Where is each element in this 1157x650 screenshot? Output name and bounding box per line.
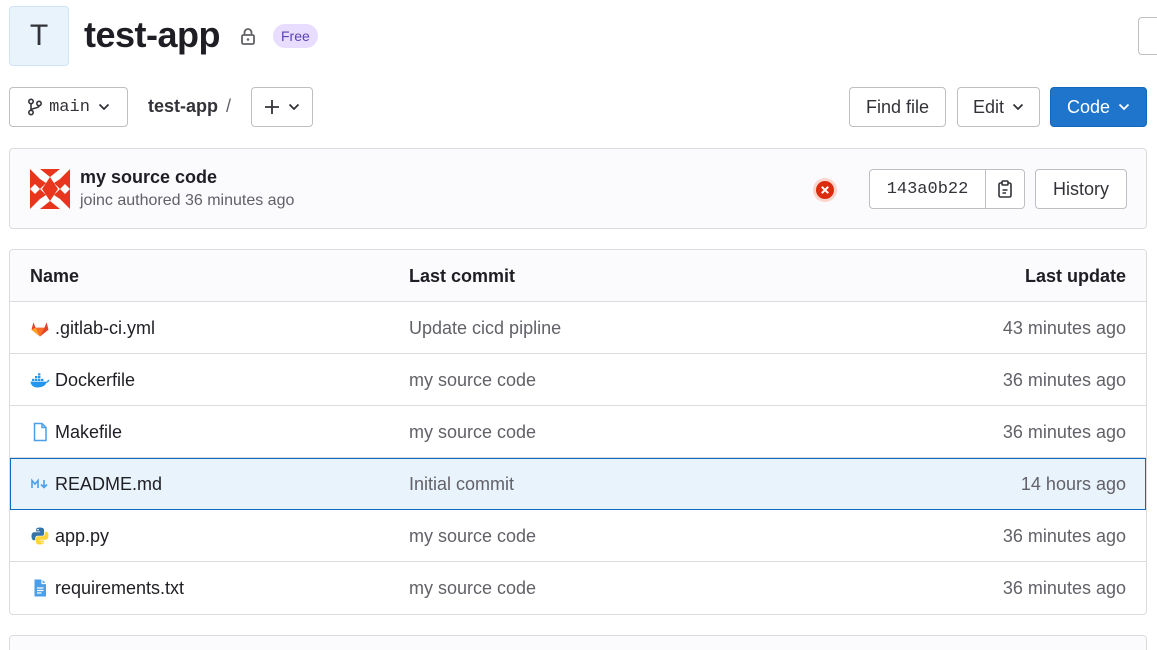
file-name[interactable]: Makefile	[55, 422, 122, 443]
column-header-last-update: Last update	[1024, 266, 1126, 286]
file-last-update: 14 hours ago	[1020, 474, 1126, 494]
lock-icon	[241, 28, 255, 45]
table-row[interactable]: Makefile my source code 36 minutes ago	[10, 406, 1146, 458]
column-header-last-commit: Last commit	[409, 266, 516, 286]
markdown-icon	[31, 478, 48, 489]
find-file-button[interactable]: Find file	[849, 87, 946, 127]
breadcrumb-separator: /	[226, 96, 232, 116]
edit-button-label: Edit	[972, 96, 1005, 117]
branch-selector[interactable]: main	[9, 87, 128, 127]
docker-icon	[30, 373, 50, 388]
file-icon	[33, 422, 47, 442]
text-file-icon	[34, 579, 46, 597]
chevron-down-icon	[1012, 103, 1024, 111]
code-button[interactable]: Code	[1050, 87, 1147, 127]
last-commit-panel: my source code joinc authored 36 minutes…	[9, 148, 1147, 229]
python-icon	[31, 527, 49, 545]
file-name[interactable]: requirements.txt	[55, 578, 184, 599]
chevron-down-icon	[98, 103, 110, 111]
branch-icon	[28, 98, 43, 116]
edit-button[interactable]: Edit	[957, 87, 1040, 127]
file-name[interactable]: Dockerfile	[55, 370, 135, 391]
file-name[interactable]: README.md	[55, 474, 162, 495]
readme-panel	[9, 635, 1147, 650]
author-avatar[interactable]	[30, 169, 70, 209]
history-button[interactable]: History	[1035, 169, 1127, 209]
breadcrumb-root[interactable]: test-app	[148, 96, 218, 116]
copy-sha-button[interactable]	[986, 170, 1024, 208]
file-last-update: 36 minutes ago	[1002, 526, 1126, 546]
chevron-down-icon	[288, 103, 300, 111]
column-header-name: Name	[30, 266, 80, 286]
breadcrumb: test-app /	[148, 96, 231, 117]
gitlab-icon	[31, 322, 49, 337]
code-button-label: Code	[1066, 96, 1111, 117]
clipboard-icon	[998, 180, 1012, 198]
chevron-down-icon	[1118, 103, 1130, 111]
project-actions-button[interactable]	[1138, 17, 1157, 55]
table-row[interactable]: README.md Initial commit 14 hours ago	[10, 458, 1146, 510]
tier-badge: Free	[273, 24, 318, 48]
plus-icon	[265, 100, 279, 114]
pipeline-failed-icon[interactable]	[812, 177, 838, 203]
file-last-update: 36 minutes ago	[1002, 578, 1126, 598]
file-last-update: 36 minutes ago	[1002, 422, 1126, 442]
file-last-update: 36 minutes ago	[1002, 370, 1126, 390]
file-last-commit[interactable]: Update cicd pipline	[409, 318, 561, 339]
file-last-commit[interactable]: my source code	[409, 526, 536, 547]
project-avatar-letter: T	[29, 19, 49, 52]
branch-name: main	[49, 97, 90, 117]
commit-sha-group: 143a0b22	[869, 169, 1025, 209]
file-name[interactable]: app.py	[55, 526, 109, 547]
commit-meta: joinc authored 36 minutes ago	[80, 192, 295, 209]
file-last-commit[interactable]: Initial commit	[409, 474, 514, 495]
table-row[interactable]: requirements.txt my source code 36 minut…	[10, 562, 1146, 614]
table-row[interactable]: Dockerfile my source code 36 minutes ago	[10, 354, 1146, 406]
table-row[interactable]: .gitlab-ci.yml Update cicd pipline 43 mi…	[10, 302, 1146, 354]
commit-title[interactable]: my source code	[80, 167, 217, 188]
table-row[interactable]: app.py my source code 36 minutes ago	[10, 510, 1146, 562]
commit-sha[interactable]: 143a0b22	[870, 170, 986, 208]
file-last-commit[interactable]: my source code	[409, 422, 536, 443]
project-avatar[interactable]: T	[9, 6, 69, 66]
file-last-update: 43 minutes ago	[1002, 318, 1126, 338]
project-title: test-app	[84, 14, 221, 55]
table-header: Name Last commit Last update	[10, 250, 1146, 302]
file-last-commit[interactable]: my source code	[409, 370, 536, 391]
file-last-commit[interactable]: my source code	[409, 578, 536, 599]
add-to-tree-button[interactable]	[251, 87, 313, 127]
file-tree-table: Name Last commit Last update .gitlab-ci.…	[9, 249, 1147, 615]
file-name[interactable]: .gitlab-ci.yml	[55, 318, 155, 339]
